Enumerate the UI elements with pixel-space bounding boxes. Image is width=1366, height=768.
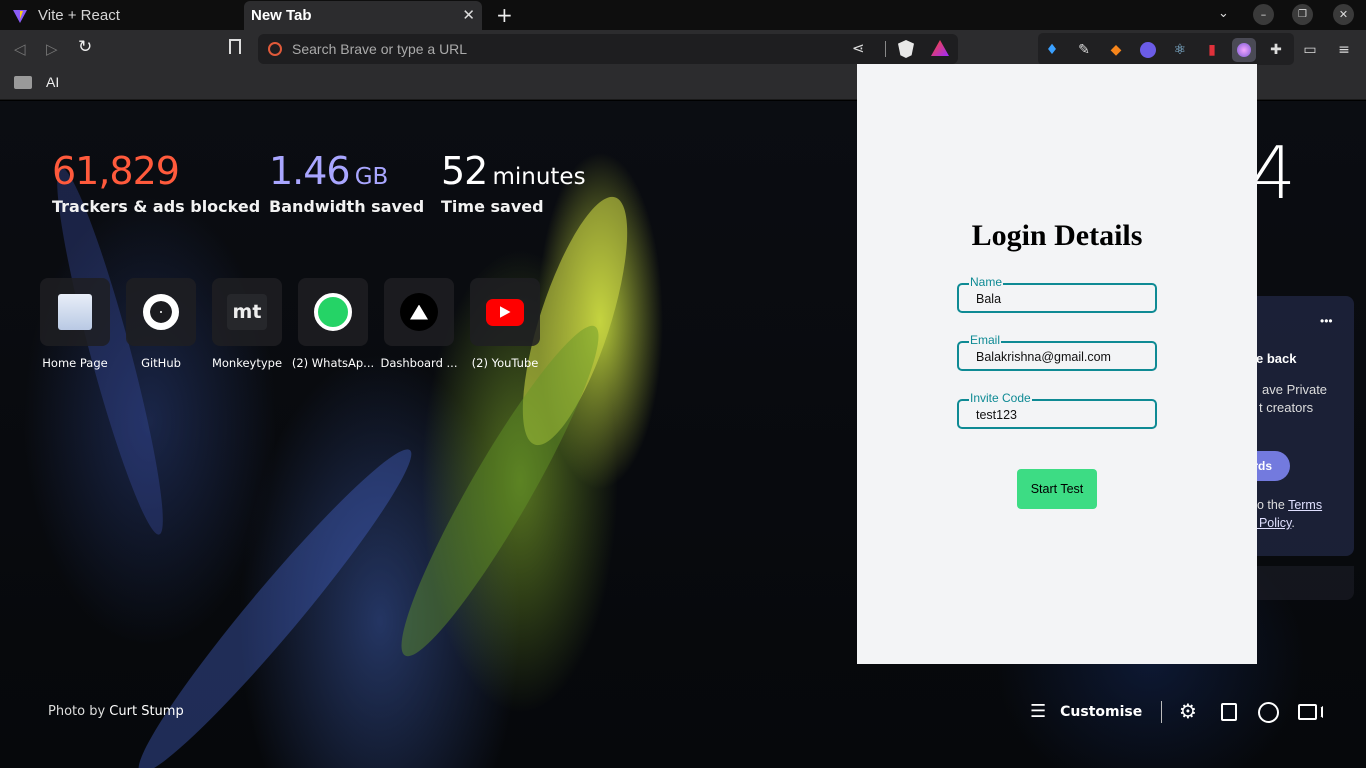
wallet-icon[interactable]: ▭ — [1298, 38, 1322, 62]
search-engine-icon — [268, 42, 282, 56]
maximize-button[interactable]: ❐ — [1292, 4, 1313, 25]
rewards-body-1: ave Private — [1262, 382, 1328, 397]
bandwidth-unit: GB — [354, 164, 389, 190]
youtube-icon — [486, 298, 524, 326]
popup-title: Login Details — [971, 219, 1143, 252]
time-unit: minutes — [492, 164, 586, 190]
close-window-button[interactable]: ✕ — [1333, 4, 1354, 25]
sliders-icon: ☰ — [1030, 701, 1047, 722]
forward-icon[interactable]: ▷ — [46, 40, 58, 58]
field-label: Email — [969, 333, 1002, 347]
brave-shields-icon[interactable] — [898, 40, 914, 58]
new-tab-button[interactable]: + — [496, 3, 513, 27]
photo-author-link[interactable]: Curt Stump — [109, 704, 183, 719]
trackers-count: 61,829 — [52, 149, 180, 193]
tab-title: New Tab — [251, 7, 312, 24]
photo-credit: Photo by Curt Stump — [48, 704, 184, 719]
top-site-youtube[interactable] — [470, 278, 540, 346]
url-placeholder: Search Brave or type a URL — [292, 41, 468, 57]
field-value: Balakrishna@gmail.com — [976, 350, 1111, 364]
metamask-fox-icon[interactable]: ◆ — [1104, 38, 1128, 62]
github-icon — [143, 294, 179, 330]
email-field[interactable]: Email Balakrishna@gmail.com — [957, 333, 1157, 371]
ghost-extension-icon[interactable] — [1136, 38, 1160, 62]
top-site-whatsapp[interactable] — [298, 278, 368, 346]
stat-bandwidth: 1.46 GB Bandwidth saved — [269, 149, 424, 216]
puzzle-extensions-icon[interactable]: ✚ — [1264, 38, 1288, 62]
share-icon[interactable]: ⋖ — [852, 39, 865, 57]
tab-title: Vite + React — [38, 7, 120, 24]
menu-icon[interactable]: ≡ — [1332, 38, 1356, 62]
rewards-body-2: t creators — [1259, 400, 1314, 415]
settings-gear-icon[interactable]: ⚙ — [1179, 699, 1197, 723]
close-tab-icon[interactable]: ✕ — [462, 6, 475, 24]
bookmarks-manager-icon[interactable] — [1221, 703, 1237, 721]
diamond-extension-icon[interactable]: ♦ — [1040, 38, 1064, 62]
bandwidth-label: Bandwidth saved — [269, 197, 425, 216]
time-label: Time saved — [441, 197, 544, 216]
tab-vite-react[interactable]: Vite + React — [0, 1, 243, 30]
top-site-label: (2) YouTube — [471, 356, 539, 370]
tab-search-chevron-icon[interactable]: ⌄ — [1218, 6, 1229, 21]
tab-strip: Vite + React New Tab ✕ + ⌄ – ❐ ✕ — [0, 0, 1366, 30]
top-site-monkeytype[interactable]: mt — [212, 278, 282, 346]
top-site-label: (2) WhatsAp... — [291, 356, 375, 370]
folder-icon — [14, 75, 32, 89]
whatsapp-icon — [314, 293, 352, 331]
vite-icon — [13, 9, 27, 23]
divider — [885, 41, 886, 57]
video-call-icon[interactable] — [1298, 704, 1317, 720]
stat-trackers: 61,829 Trackers & ads blocked — [52, 149, 260, 216]
address-bar[interactable]: Search Brave or type a URL ⋖ — [258, 34, 958, 64]
field-value: Bala — [976, 292, 1002, 306]
login-popup: Login Details Name Bala Email Balakrishn… — [857, 64, 1257, 664]
top-site-dashboard[interactable] — [384, 278, 454, 346]
top-site-label: GitHub — [141, 356, 181, 370]
field-label: Name — [969, 275, 1004, 289]
top-site-github[interactable] — [126, 278, 196, 346]
monkeytype-icon: mt — [227, 294, 267, 330]
vercel-triangle-icon — [400, 293, 438, 331]
react-devtools-icon[interactable]: ⚛ — [1168, 38, 1192, 62]
top-site-home-page[interactable] — [40, 278, 110, 346]
bookmark-folder-ai[interactable]: AI — [14, 74, 59, 90]
stat-time: 52 minutes Time saved — [441, 149, 586, 216]
reload-icon[interactable]: ↻ — [78, 37, 92, 57]
rewards-footer-1: o the Terms — [1257, 498, 1323, 512]
field-value: test123 — [976, 408, 1018, 422]
terms-link[interactable]: Terms — [1288, 498, 1322, 512]
rewards-footer-2: / Policy. — [1252, 516, 1295, 530]
top-site-label: Monkeytype — [211, 356, 283, 370]
customise-button[interactable]: ☰ Customise — [1030, 701, 1142, 722]
top-site-label: Home Page — [42, 356, 108, 370]
browser-toolbar: ◁ ▷ ↻ Search Brave or type a URL ⋖ ♦ ✎ ◆… — [0, 30, 1366, 68]
field-label: Invite Code — [969, 391, 1032, 405]
minimize-button[interactable]: – — [1253, 4, 1274, 25]
bandwidth-value: 1.46 — [269, 149, 351, 193]
back-icon[interactable]: ◁ — [14, 40, 26, 58]
time-value: 52 — [441, 149, 488, 193]
pen-extension-icon[interactable]: ✎ — [1072, 38, 1096, 62]
tab-new-tab[interactable]: New Tab ✕ — [244, 1, 482, 30]
history-icon[interactable] — [1258, 702, 1279, 723]
rewards-menu-icon[interactable]: ••• — [1320, 314, 1333, 328]
name-field[interactable]: Name Bala — [957, 275, 1157, 313]
lock-extension-icon[interactable]: ▮ — [1200, 38, 1224, 62]
start-test-button[interactable]: Start Test — [1017, 469, 1097, 509]
customise-label: Customise — [1060, 703, 1143, 720]
active-extension-icon[interactable] — [1232, 38, 1256, 62]
privacy-link[interactable]: / Policy — [1252, 516, 1291, 530]
document-icon — [58, 294, 92, 330]
invite-code-field[interactable]: Invite Code test123 — [957, 391, 1157, 429]
divider — [1161, 701, 1162, 723]
trackers-label: Trackers & ads blocked — [52, 197, 261, 216]
rewards-subtitle: e back — [1256, 351, 1297, 366]
bookmark-icon[interactable] — [229, 39, 241, 54]
bookmark-label: AI — [46, 74, 60, 90]
top-site-label: Dashboard ... — [380, 356, 458, 370]
brave-rewards-icon[interactable] — [931, 40, 949, 56]
